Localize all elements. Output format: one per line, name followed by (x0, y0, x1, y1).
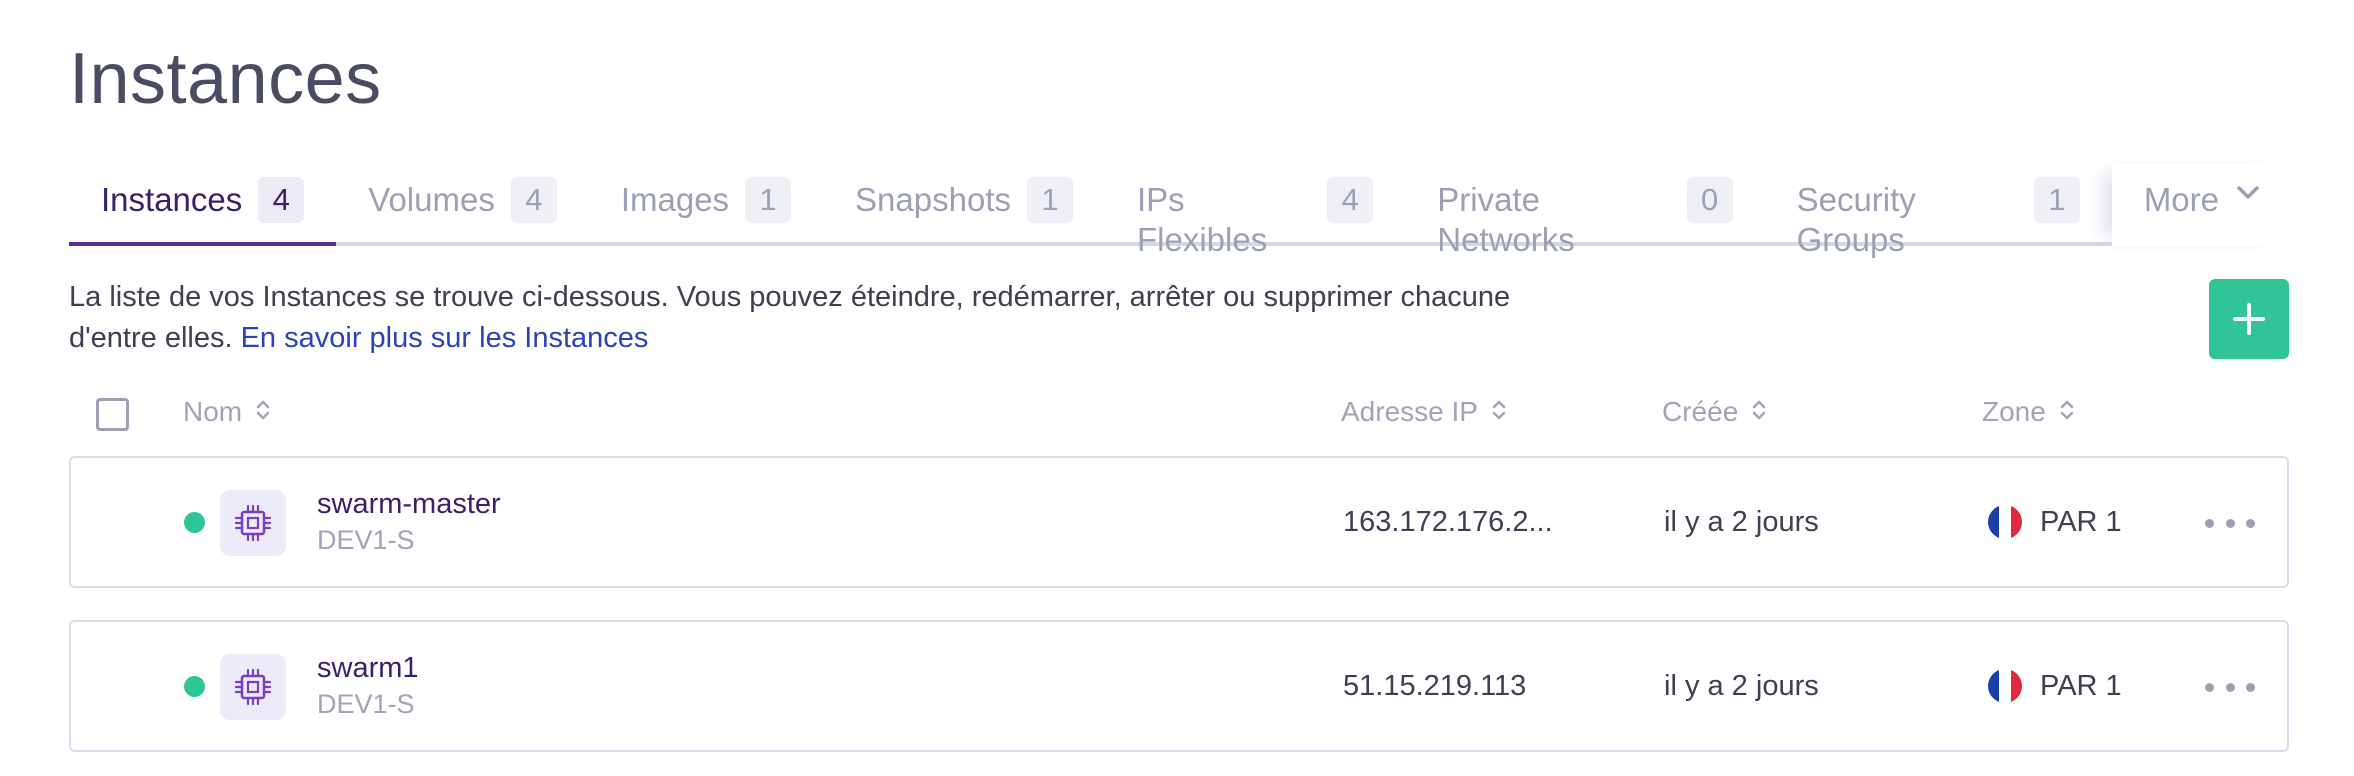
tab-count-badge: 4 (258, 177, 305, 223)
instance-created: il y a 2 jours (1664, 670, 1819, 702)
status-running-indicator (184, 512, 205, 533)
learn-more-link[interactable]: En savoir plus sur les Instances (241, 322, 649, 354)
tab-count-badge: 1 (2033, 177, 2080, 223)
tab-bar: Instances 4 Volumes 4 Images 1 Snapshots… (69, 164, 2289, 258)
tab-count-badge: 1 (745, 177, 792, 223)
column-header-zone[interactable]: Zone (1982, 396, 2074, 428)
page-description: La liste de vos Instances se trouve ci-d… (69, 277, 1549, 359)
tab-label: Private Networks (1437, 181, 1575, 258)
tab-label: More (2143, 181, 2219, 218)
column-header-label: Zone (1982, 396, 2046, 427)
tab-count-badge: 1 (1027, 177, 1073, 223)
tab-security-groups[interactable]: Security Groups 1 (1765, 164, 2112, 258)
tab-label: Snapshots (855, 181, 1011, 218)
column-header-label: Créée (1662, 396, 1739, 427)
instance-type: DEV1-S (317, 689, 415, 719)
column-header-created[interactable]: Créée (1662, 396, 1766, 428)
tab-images[interactable]: Images 1 (589, 164, 823, 246)
sort-updown-icon (2060, 396, 2074, 428)
instance-type: DEV1-S (317, 525, 415, 555)
tab-label: Volumes (368, 181, 495, 218)
france-flag-icon (1988, 505, 2022, 539)
page-title: Instances (69, 39, 382, 119)
france-flag-icon (1988, 669, 2022, 703)
column-header-label: Adresse IP (1341, 396, 1478, 427)
tab-count-badge: 0 (1686, 177, 1733, 223)
add-instance-button[interactable] (2209, 279, 2289, 359)
ellipsis-icon[interactable] (2205, 672, 2255, 702)
instances-page: Instances Instances 4 Volumes 4 Images 1… (0, 0, 2354, 776)
status-running-indicator (184, 676, 205, 697)
tab-count-badge: 4 (1327, 177, 1374, 223)
tab-private-networks[interactable]: Private Networks 0 (1405, 164, 1764, 258)
table-row[interactable]: swarm1 DEV1-S 51.15.219.113 il y a 2 jou… (69, 620, 2289, 752)
column-header-name[interactable]: Nom (183, 396, 270, 428)
cpu-chip-icon (220, 654, 286, 720)
tab-label: IPs Flexibles (1137, 181, 1268, 258)
sort-updown-icon (1492, 396, 1506, 428)
instance-name[interactable]: swarm-master (317, 488, 501, 521)
column-header-ip[interactable]: Adresse IP (1341, 396, 1506, 428)
plus-icon (2233, 303, 2265, 335)
column-header-label: Nom (183, 396, 243, 427)
tab-snapshots[interactable]: Snapshots 1 (823, 164, 1105, 246)
instance-ip: 51.15.219.113 (1343, 670, 1527, 702)
instance-created: il y a 2 jours (1664, 506, 1819, 538)
instance-zone: PAR 1 (2040, 670, 2122, 702)
tab-volumes[interactable]: Volumes 4 (336, 164, 589, 246)
ellipsis-icon[interactable] (2205, 508, 2255, 538)
table-header: Nom Adresse IP Créée Zone (69, 392, 2289, 436)
table-row[interactable]: swarm-master DEV1-S 163.172.176.2... il … (69, 456, 2289, 588)
instance-name[interactable]: swarm1 (317, 652, 419, 685)
tab-ips-flexibles[interactable]: IPs Flexibles 4 (1105, 164, 1405, 258)
instance-zone: PAR 1 (2040, 506, 2122, 538)
sort-updown-icon (256, 396, 270, 428)
cpu-chip-icon (220, 490, 286, 556)
tab-more[interactable]: More (2111, 164, 2289, 246)
tab-count-badge: 4 (510, 177, 557, 223)
tab-instances[interactable]: Instances 4 (69, 164, 337, 246)
tab-label: Instances (101, 181, 243, 218)
sort-updown-icon (1752, 396, 1766, 428)
instance-ip: 163.172.176.2... (1343, 506, 1553, 538)
tab-label: Security Groups (1796, 181, 1916, 258)
chevron-down-icon (2237, 186, 2259, 205)
select-all-checkbox[interactable] (96, 398, 129, 431)
tab-label: Images (620, 181, 730, 218)
